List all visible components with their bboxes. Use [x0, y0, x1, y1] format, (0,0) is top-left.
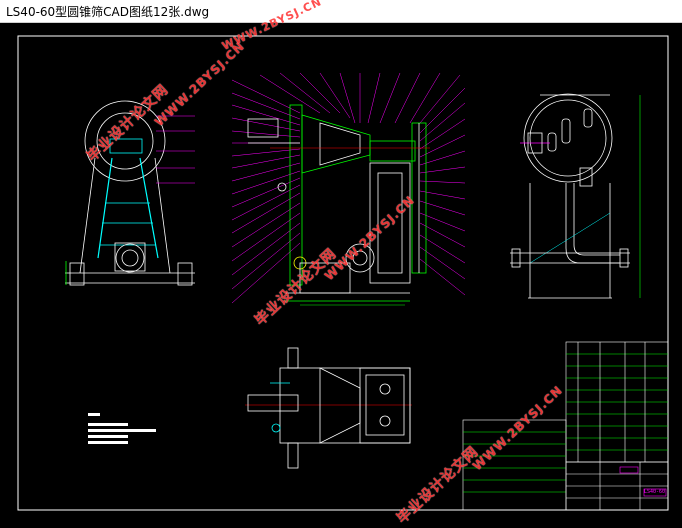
note-line — [88, 423, 128, 426]
cad-drawing-canvas[interactable]: LS40-60 毕业设计论文网 WWW.2BYSJ.CN 毕业设计论文网 WWW… — [0, 0, 682, 527]
notes-heading-mark — [88, 413, 100, 416]
side-view — [510, 93, 641, 299]
note-line — [88, 441, 128, 444]
note-line — [88, 435, 128, 438]
parts-list — [462, 341, 669, 511]
front-view — [231, 72, 466, 306]
window-title-bar: LS40-60型圆锥筛CAD图纸12张.dwg — [0, 0, 682, 23]
drawing-number: LS40-60 — [644, 489, 666, 495]
note-line — [88, 429, 156, 432]
window-title: LS40-60型圆锥筛CAD图纸12张.dwg — [6, 5, 210, 19]
plan-view — [245, 347, 412, 469]
